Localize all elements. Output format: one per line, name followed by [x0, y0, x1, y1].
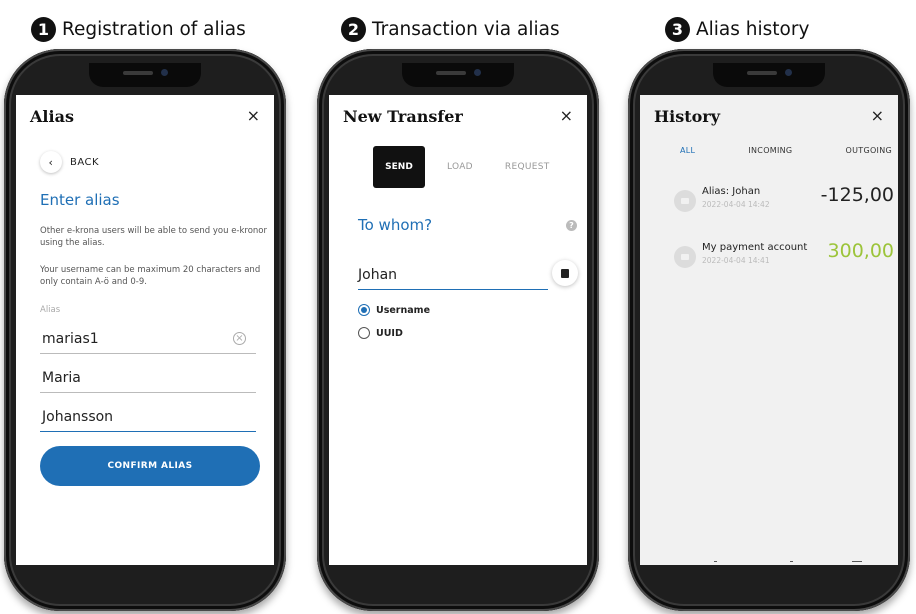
- close-icon[interactable]: ×: [560, 106, 573, 125]
- step-2-title: 2 Transaction via alias: [341, 14, 560, 44]
- option-label: Username: [376, 304, 431, 316]
- tab-incoming[interactable]: INCOMING: [748, 146, 792, 155]
- recipient-input[interactable]: Johan: [358, 258, 548, 290]
- back-label: BACK: [70, 156, 100, 168]
- tab-send[interactable]: SEND: [373, 146, 425, 188]
- close-icon[interactable]: ×: [247, 106, 260, 125]
- close-icon[interactable]: ×: [871, 106, 884, 125]
- phone-notch: [89, 63, 201, 87]
- radio-icon: [358, 327, 370, 339]
- step-number: 3: [665, 16, 690, 42]
- enter-alias-heading: Enter alias: [40, 191, 120, 209]
- step-number: 2: [341, 16, 366, 42]
- phone-frame: History ×: [628, 49, 910, 611]
- first-name-value: Maria: [42, 370, 81, 386]
- transaction-name: Alias: Johan: [702, 186, 761, 197]
- page-title: New Transfer: [343, 107, 463, 126]
- back-button[interactable]: ‹ BACK: [40, 151, 99, 173]
- transaction-amount: -125,00: [820, 184, 894, 206]
- history-screen: History ×: [640, 95, 898, 565]
- screen-header: Alias ×: [16, 95, 274, 139]
- contacts-icon[interactable]: [552, 260, 578, 286]
- first-name-input[interactable]: Maria: [40, 362, 256, 393]
- tab-all[interactable]: ALL: [680, 146, 695, 155]
- alias-rules: Your username can be maximum 20 characte…: [40, 265, 261, 287]
- transaction-icon: [674, 190, 696, 212]
- step-1-title: 1 Registration of alias: [31, 14, 246, 44]
- transaction-icon: [674, 246, 696, 268]
- option-username[interactable]: Username: [358, 304, 430, 316]
- confirm-alias-button[interactable]: CONFIRM ALIAS: [40, 446, 260, 486]
- transaction-name: My payment account: [702, 242, 808, 253]
- screen-header: New Transfer ×: [329, 95, 587, 139]
- history-row[interactable]: My payment account 2022-04-04 14:41 300,…: [670, 236, 896, 284]
- transaction-date: 2022-04-04 14:42: [702, 200, 770, 209]
- history-row[interactable]: Alias: Johan 2022-04-04 14:42 -125,00: [670, 180, 896, 228]
- step-3-title: 3 Alias history: [665, 14, 809, 44]
- transaction-date: 2022-04-04 14:41: [702, 256, 770, 265]
- transfer-tabs: SEND LOAD REQUEST: [373, 146, 550, 188]
- alias-input[interactable]: marias1 ×: [40, 323, 256, 354]
- step-label: Transaction via alias: [372, 18, 560, 40]
- last-name-value: Johansson: [42, 409, 114, 425]
- radio-selected-icon: [358, 304, 370, 316]
- alias-description: Other e-krona users will be able to send…: [40, 226, 268, 248]
- screen-header: History ×: [640, 95, 898, 139]
- alias-field-label: Alias: [40, 305, 61, 315]
- chevron-left-icon: ‹: [40, 151, 62, 173]
- step-label: Alias history: [696, 18, 810, 40]
- history-tabs: ALL INCOMING OUTGOING: [680, 146, 892, 155]
- recipient-value: Johan: [358, 267, 398, 283]
- step-number: 1: [31, 16, 56, 42]
- phone-notch: [713, 63, 825, 87]
- tab-load[interactable]: LOAD: [447, 162, 473, 172]
- step-label: Registration of alias: [62, 18, 246, 40]
- help-icon[interactable]: ?: [566, 220, 577, 231]
- alias-value: marias1: [42, 331, 99, 347]
- last-name-input[interactable]: Johansson: [40, 401, 256, 432]
- option-label: UUID: [376, 327, 403, 339]
- page-title: Alias: [30, 107, 74, 126]
- phone-notch: [402, 63, 514, 87]
- to-whom-heading: To whom?: [358, 216, 433, 234]
- option-uuid[interactable]: UUID: [358, 327, 403, 339]
- tab-request[interactable]: REQUEST: [505, 162, 550, 172]
- bottom-nav: [662, 555, 902, 565]
- transaction-amount: 300,00: [827, 240, 894, 262]
- page-title: History: [654, 107, 720, 126]
- tab-outgoing[interactable]: OUTGOING: [846, 146, 892, 155]
- clear-icon[interactable]: ×: [233, 332, 246, 345]
